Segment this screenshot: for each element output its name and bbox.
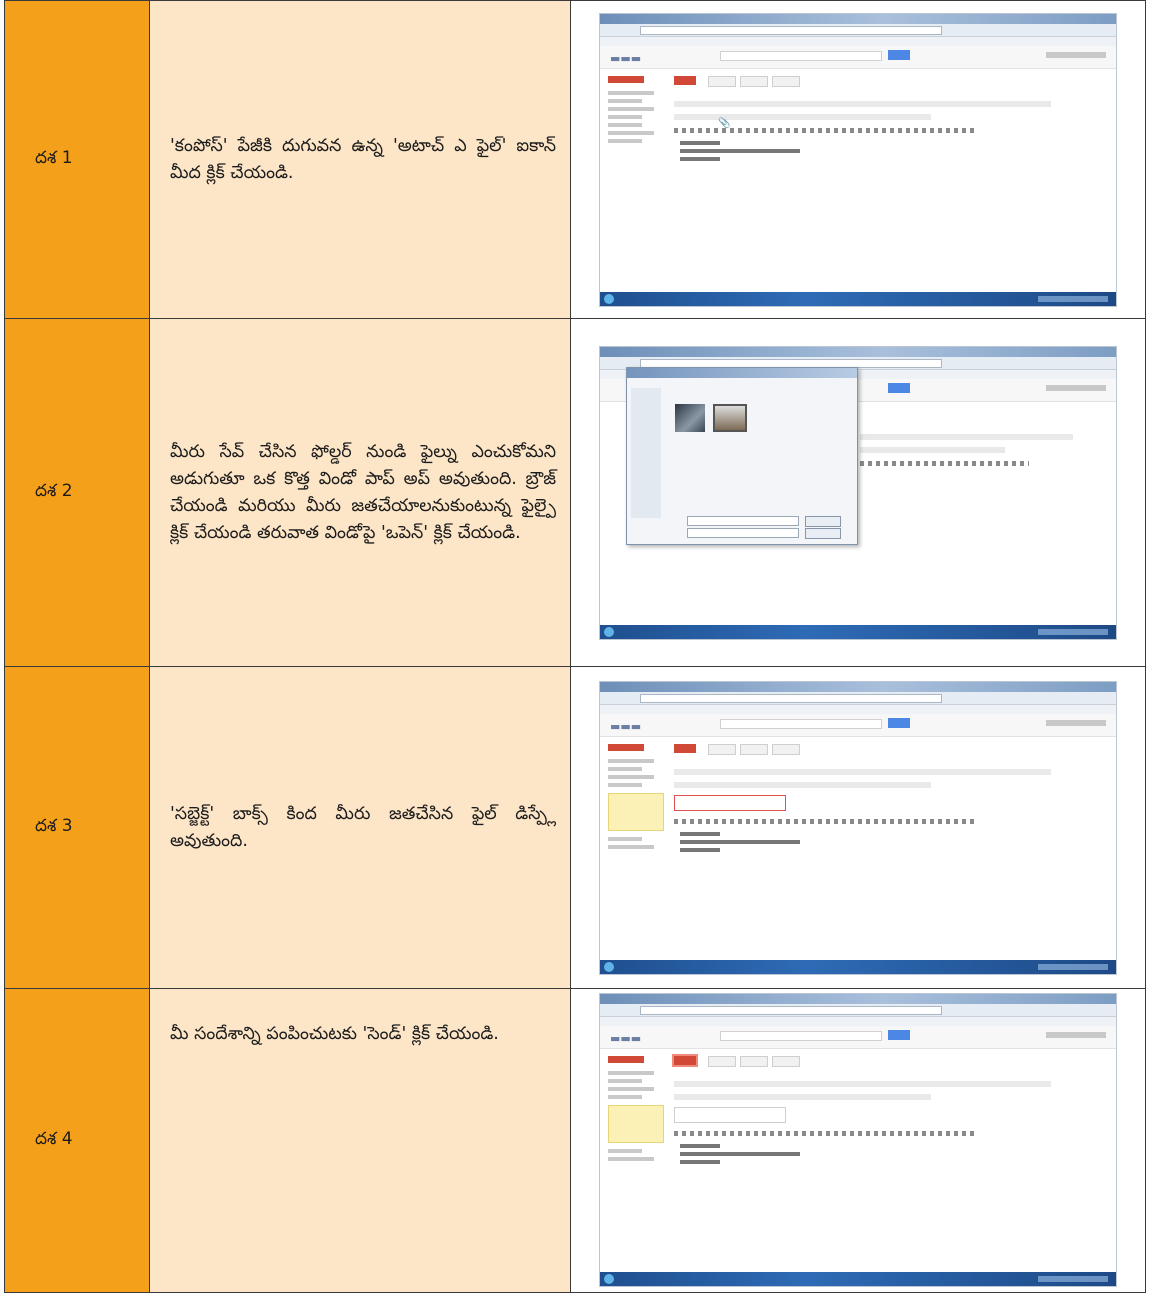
step-screenshot-cell: ▬▬▬	[570, 666, 1146, 989]
mail-sidebar	[608, 75, 668, 147]
start-icon	[604, 961, 614, 972]
google-logo: ▬▬▬	[610, 1032, 642, 1045]
start-icon	[604, 626, 614, 637]
google-logo: ▬▬▬	[610, 719, 642, 733]
send-button-thumb	[674, 1056, 696, 1065]
step-text: 'సబ్జెక్ట్' బాక్స్ కింద మీరు జతచేసిన ఫైల…	[170, 803, 556, 851]
step-row: దశ 3 'సబ్జెక్ట్' బాక్స్ కింద మీరు జతచేసి…	[4, 666, 1146, 989]
step-description-cell: మీ సందేశాన్ని పంపించుటకు 'సెండ్' క్లిక్ …	[149, 988, 571, 1293]
step-screenshot-cell	[570, 318, 1146, 667]
step-number-cell: దశ 1	[4, 0, 150, 319]
steps-table: దశ 1 'కంపోస్' పేజీకి దుగువన ఉన్న 'అటాచ్ …	[4, 0, 1146, 1293]
send-screenshot: ▬▬▬	[599, 993, 1117, 1287]
start-icon	[604, 293, 614, 304]
step-text: మీ సందేశాన్ని పంపించుటకు 'సెండ్' క్లిక్ …	[170, 1024, 499, 1044]
send-button-thumb	[674, 75, 696, 85]
file-dialog-screenshot	[599, 345, 1117, 640]
file-name-field	[687, 515, 799, 526]
compose-area	[674, 94, 1102, 286]
step-label: దశ 3	[35, 815, 73, 836]
step-number-cell: దశ 4	[4, 988, 150, 1293]
step-label: దశ 2	[35, 480, 73, 501]
open-button-thumb	[805, 515, 841, 527]
image-thumbnail	[713, 403, 747, 432]
image-thumbnail	[675, 403, 705, 432]
gmail-compose-screenshot: ▬▬▬ 📎	[599, 12, 1117, 307]
file-open-dialog	[626, 366, 858, 545]
mail-sidebar	[608, 1056, 668, 1165]
step-label: దశ 4	[35, 1128, 73, 1149]
step-description-cell: 'కంపోస్' పేజీకి దుగువన ఉన్న 'అటాచ్ ఎ ఫైల…	[149, 0, 571, 319]
step-number-cell: దశ 2	[4, 318, 150, 667]
chat-notice	[608, 792, 664, 831]
step-description-cell: 'సబ్జెక్ట్' బాక్స్ కింద మీరు జతచేసిన ఫైల…	[149, 666, 571, 989]
address-bar	[640, 25, 942, 35]
paperclip-icon: 📎	[718, 117, 731, 129]
step-text: 'కంపోస్' పేజీకి దుగువన ఉన్న 'అటాచ్ ఎ ఫైల…	[170, 135, 556, 183]
google-logo: ▬▬▬	[610, 51, 642, 65]
step-screenshot-cell: ▬▬▬ 📎	[570, 0, 1146, 319]
attached-file-box	[674, 794, 786, 811]
step-screenshot-cell: ▬▬▬	[570, 988, 1146, 1293]
step-text: మీరు సేవ్ చేసిన ఫోల్డర్ నుండి ఫైల్ను ఎంచ…	[170, 441, 556, 543]
search-button	[888, 49, 910, 60]
step-row: దశ 1 'కంపోస్' పేజీకి దుగువన ఉన్న 'అటాచ్ …	[4, 0, 1146, 319]
attachment-screenshot: ▬▬▬	[599, 680, 1117, 975]
start-icon	[604, 1274, 614, 1284]
step-row: దశ 2 మీరు సేవ్ చేసిన ఫోల్డర్ నుండి ఫైల్న…	[4, 318, 1146, 667]
step-number-cell: దశ 3	[4, 666, 150, 989]
step-description-cell: మీరు సేవ్ చేసిన ఫోల్డర్ నుండి ఫైల్ను ఎంచ…	[149, 318, 571, 667]
mail-sidebar	[608, 743, 668, 853]
search-box	[720, 50, 882, 61]
step-row: దశ 4 మీ సందేశాన్ని పంపించుటకు 'సెండ్' క్…	[4, 988, 1146, 1293]
step-label: దశ 1	[35, 147, 73, 168]
